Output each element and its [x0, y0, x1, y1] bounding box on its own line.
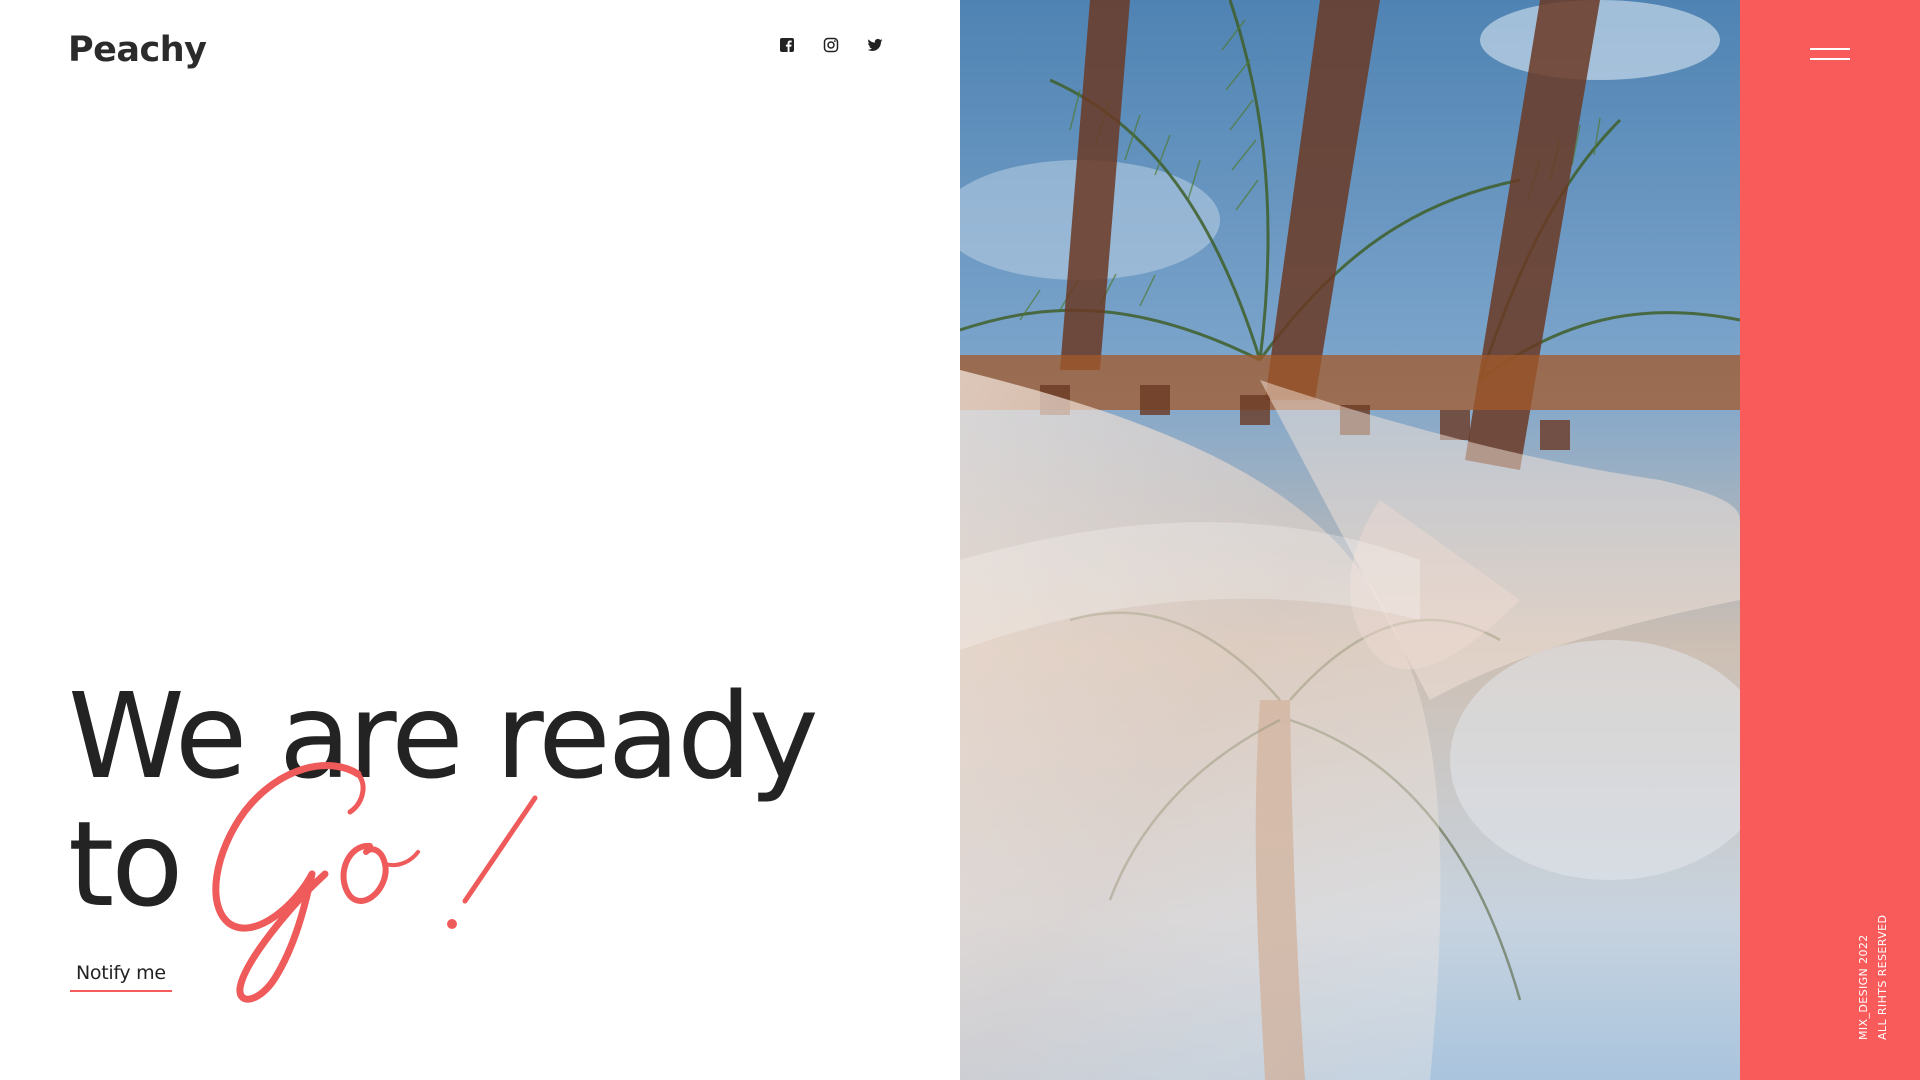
- hero-headline: We are ready to: [68, 667, 819, 933]
- rights-line: ALL RIHTS RESERVED: [1876, 914, 1889, 1040]
- twitter-icon[interactable]: [866, 36, 884, 54]
- notify-me-button[interactable]: Notify me: [70, 962, 172, 992]
- facebook-icon[interactable]: [778, 36, 796, 54]
- hero-photo: [960, 0, 1740, 1080]
- instagram-icon[interactable]: [822, 36, 840, 54]
- hero-section: Peachy We are ready to Notify me: [0, 0, 960, 1080]
- headline-line-1: We are ready: [68, 667, 819, 805]
- brand-logo[interactable]: Peachy: [68, 30, 207, 70]
- copyright-line: MIX_DESIGN 2022: [1857, 934, 1870, 1040]
- sidebar: MIX_DESIGN 2022 ALL RIHTS RESERVED: [1740, 0, 1920, 1080]
- landing-page: Peachy We are ready to Notify me MIX_DES…: [0, 0, 1920, 1080]
- hamburger-menu-icon[interactable]: [1810, 40, 1852, 70]
- sidebar-footer: MIX_DESIGN 2022 ALL RIHTS RESERVED: [1854, 915, 1892, 1040]
- social-links: [778, 36, 884, 54]
- headline-line-2: to: [68, 795, 183, 933]
